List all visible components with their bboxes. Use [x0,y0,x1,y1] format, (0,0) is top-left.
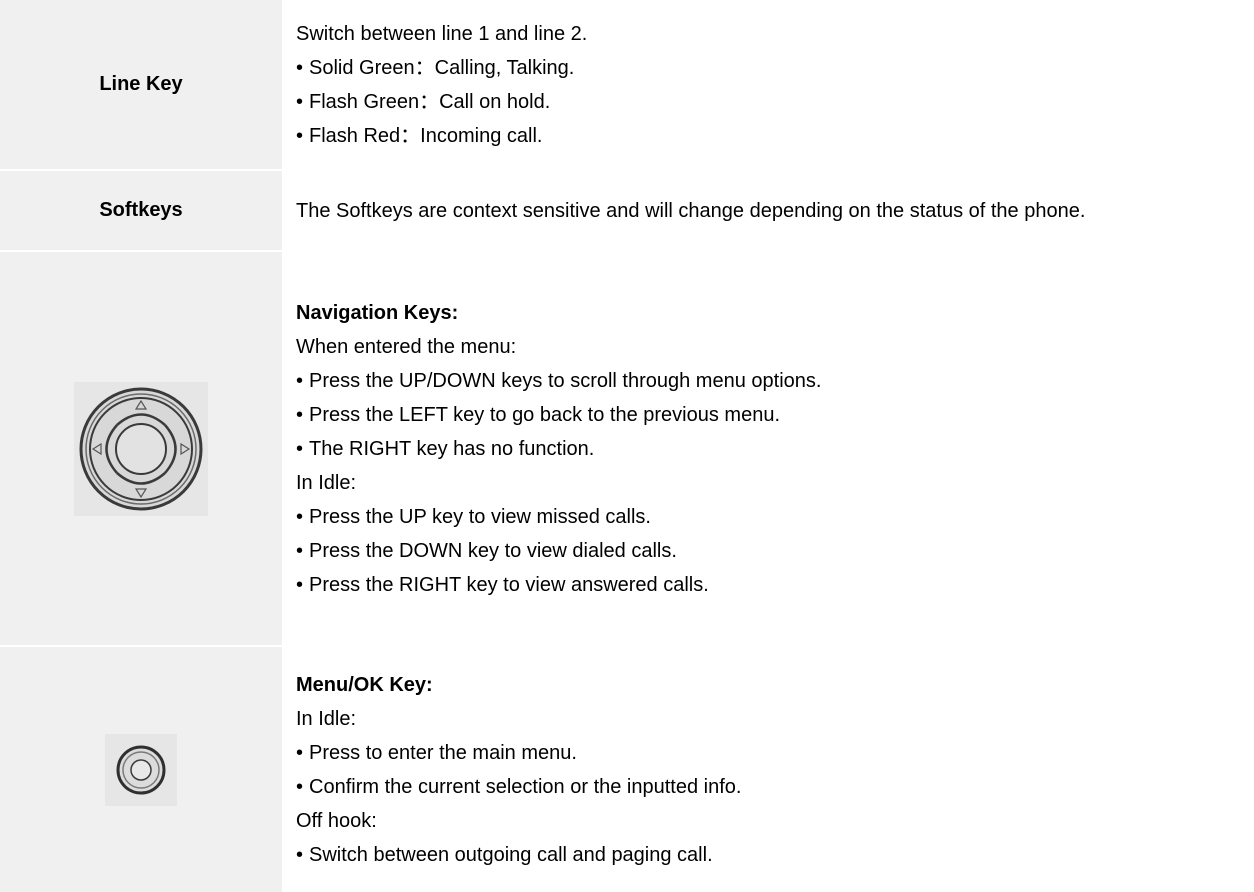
section-title: Navigation Keys: [296,301,459,324]
description-cell: Switch between line 1 and line 2. Solid … [282,0,1254,170]
key-icon-cell [0,645,282,892]
description-cell: Navigation Keys: When entered the menu: … [282,250,1254,646]
key-icon-cell [0,250,282,646]
bullet-item: Solid Green：Calling, Talking. [296,51,1244,85]
key-name-cell: Softkeys [0,169,282,251]
bullet-item: Press the LEFT key to go back to the pre… [296,398,1244,432]
table-row-line-key: Line Key Switch between line 1 and line … [0,0,1254,170]
bullet-item: Flash Red：Incoming call. [296,119,1244,153]
section-title: Menu/OK Key: [296,673,433,696]
table-row-navigation-keys: Navigation Keys: When entered the menu: … [0,250,1254,646]
bullet-item: Confirm the current selection or the inp… [296,770,1244,804]
description-cell: Menu/OK Key: In Idle: Press to enter the… [282,645,1254,892]
key-name: Line Key [99,73,183,95]
table-row-softkeys: Softkeys The Softkeys are context sensit… [0,169,1254,251]
description-cell: The Softkeys are context sensitive and w… [282,169,1254,251]
bullet-item: Press the RIGHT key to view answered cal… [296,568,1244,602]
table-row-menu-ok-key: Menu/OK Key: In Idle: Press to enter the… [0,645,1254,892]
bullet-item: Press to enter the main menu. [296,736,1244,770]
bullet-item: Press the DOWN key to view dialed calls. [296,534,1244,568]
keys-table: Line Key Switch between line 1 and line … [0,0,1254,892]
bullet-item: Flash Green：Call on hold. [296,85,1244,119]
key-name: Softkeys [99,199,183,221]
description-line: When entered the menu: [296,335,517,358]
description-line: Switch between line 1 and line 2. [296,22,588,45]
navigation-keys-icon [74,381,208,516]
bullet-item: Switch between outgoing call and paging … [296,838,1244,872]
description-text: The Softkeys are context sensitive and w… [296,200,1086,222]
menu-ok-key-icon [105,733,177,806]
bullet-item: The RIGHT key has no function. [296,432,1244,466]
bullet-item: Press the UP key to view missed calls. [296,500,1244,534]
description-line: Off hook: [296,809,377,832]
bullet-item: Press the UP/DOWN keys to scroll through… [296,364,1244,398]
description-line: In Idle: [296,471,357,494]
description-line: In Idle: [296,707,357,730]
key-name-cell: Line Key [0,0,282,170]
